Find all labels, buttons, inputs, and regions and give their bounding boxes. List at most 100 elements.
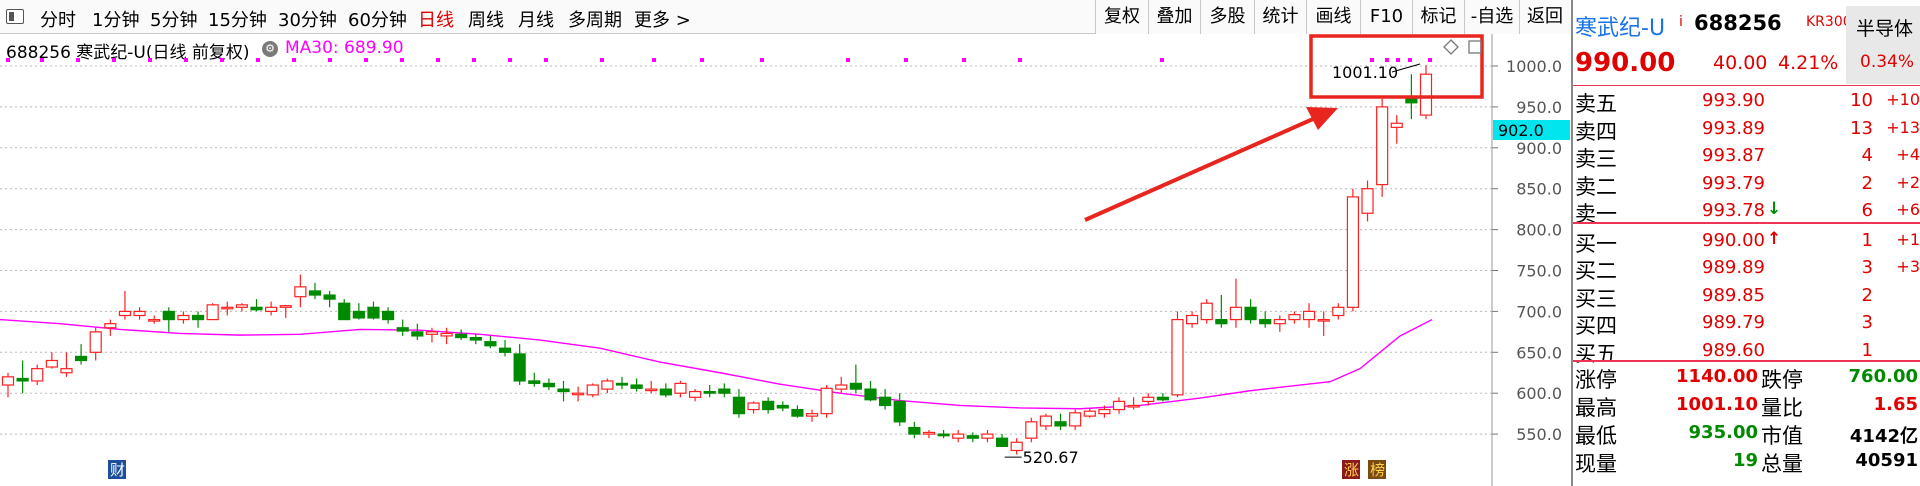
candle-body[interactable]: [762, 400, 775, 411]
candle-body[interactable]: [1098, 408, 1111, 415]
candle-body[interactable]: [1288, 314, 1301, 321]
candle-body[interactable]: [1010, 441, 1023, 452]
candle-body[interactable]: [601, 380, 614, 390]
candle-body[interactable]: [630, 384, 643, 389]
candle-body[interactable]: [572, 392, 585, 396]
candle-body[interactable]: [250, 306, 263, 311]
candle-body[interactable]: [425, 331, 439, 335]
toolbar-button-1[interactable]: 叠加: [1148, 0, 1200, 34]
panel-toggle-icon[interactable]: [6, 9, 24, 24]
period-tab-3[interactable]: 15分钟: [208, 6, 267, 32]
candle-body[interactable]: [118, 310, 132, 317]
candle-body[interactable]: [1332, 306, 1345, 317]
candle-body[interactable]: [688, 390, 702, 398]
candle-body[interactable]: [805, 413, 819, 417]
candle-body[interactable]: [1419, 73, 1433, 116]
candle-body[interactable]: [995, 437, 1009, 447]
candle-body[interactable]: [981, 433, 994, 439]
candle-body[interactable]: [235, 304, 248, 308]
candle-body[interactable]: [966, 435, 979, 439]
candle-body[interactable]: [747, 402, 760, 411]
candle-body[interactable]: [849, 382, 862, 390]
candle-body[interactable]: [1346, 196, 1360, 308]
candle-body[interactable]: [1302, 310, 1316, 321]
ask-row-3[interactable]: 卖三 993.87 4 +4: [1573, 141, 1920, 171]
candle-body[interactable]: [1025, 421, 1038, 439]
bid-row-4[interactable]: 买四 989.79 3: [1573, 308, 1920, 338]
candle-body[interactable]: [1259, 318, 1272, 325]
candle-body[interactable]: [60, 368, 73, 374]
candle-body[interactable]: [381, 310, 395, 321]
period-tab-8[interactable]: 月线: [518, 6, 554, 32]
candle-body[interactable]: [294, 286, 307, 298]
price-chart-svg[interactable]: 1000.0 950.0 900.0 850.0 800.0 750.0 700.0 650.…: [0, 34, 1570, 486]
candle-body[interactable]: [908, 426, 921, 435]
candle-body[interactable]: [411, 331, 424, 337]
candle-body[interactable]: [148, 318, 161, 322]
badge-cai[interactable]: 财: [110, 461, 125, 479]
period-tab-5[interactable]: 60分钟: [348, 6, 407, 32]
toolbar-button-0[interactable]: 复权: [1095, 0, 1148, 34]
ask-row-1[interactable]: 卖五 993.90 10 +10: [1573, 86, 1920, 116]
candle-body[interactable]: [586, 384, 599, 396]
ask-row-4[interactable]: 卖二 993.79 2 +2: [1573, 169, 1920, 199]
period-tab-1[interactable]: 1分钟: [92, 6, 139, 32]
candle-body[interactable]: [879, 396, 892, 407]
bid-row-2[interactable]: 买二 989.89 3 +3: [1573, 253, 1920, 283]
toolbar-button-4[interactable]: 画线: [1306, 0, 1360, 34]
candle-body[interactable]: [323, 294, 336, 300]
candle-body[interactable]: [1186, 314, 1199, 325]
candle-body[interactable]: [718, 388, 731, 394]
candle-body[interactable]: [1390, 122, 1403, 128]
badge-zhang[interactable]: 涨: [1344, 461, 1359, 479]
candle-body[interactable]: [674, 382, 687, 394]
diamond-icon[interactable]: [1443, 39, 1459, 55]
candle-body[interactable]: [528, 380, 541, 384]
period-tab-7[interactable]: 周线: [468, 6, 504, 32]
candle-body[interactable]: [469, 336, 482, 341]
toolbar-button-6[interactable]: 标记: [1412, 0, 1464, 34]
candle-body[interactable]: [45, 359, 58, 368]
stock-name[interactable]: 寒武纪-U: [1575, 10, 1665, 42]
candle-body[interactable]: [1069, 412, 1082, 427]
candle-body[interactable]: [645, 388, 658, 392]
candle-body[interactable]: [74, 355, 88, 362]
candle-body[interactable]: [16, 377, 29, 382]
candle-body[interactable]: [308, 290, 322, 296]
candle-body[interactable]: [835, 384, 848, 390]
candle-body[interactable]: [1244, 306, 1257, 321]
candle-body[interactable]: [893, 400, 906, 423]
candle-body[interactable]: [1054, 421, 1067, 427]
candle-body[interactable]: [1376, 106, 1389, 186]
toolbar-button-3[interactable]: 统计: [1254, 0, 1306, 34]
candle-body[interactable]: [1, 376, 15, 386]
ask-row-5[interactable]: 卖一 993.78 ↓ 6 +6: [1573, 196, 1920, 226]
candle-body[interactable]: [703, 390, 716, 394]
bid-row-3[interactable]: 买三 989.85 2: [1573, 281, 1920, 311]
candle-body[interactable]: [206, 304, 219, 321]
candle-body[interactable]: [1317, 318, 1330, 322]
period-tab-4[interactable]: 30分钟: [278, 6, 337, 32]
period-tab-6[interactable]: 日线: [418, 6, 454, 32]
candle-body[interactable]: [732, 396, 746, 415]
candle-body[interactable]: [557, 388, 570, 393]
candle-body[interactable]: [1229, 306, 1243, 321]
candle-body[interactable]: [922, 431, 936, 435]
candle-body[interactable]: [162, 310, 175, 321]
candle-body[interactable]: [1273, 318, 1286, 325]
badge-bang[interactable]: 榜: [1370, 461, 1385, 479]
candle-body[interactable]: [1171, 318, 1184, 396]
candle-body[interactable]: [367, 306, 380, 319]
candle-body[interactable]: [484, 341, 497, 347]
candle-body[interactable]: [791, 408, 804, 417]
period-tab-2[interactable]: 5分钟: [150, 6, 197, 32]
candle-body[interactable]: [1112, 400, 1126, 411]
candle-body[interactable]: [1127, 404, 1140, 408]
candle-body[interactable]: [1361, 188, 1374, 214]
candle-body[interactable]: [659, 388, 672, 396]
candle-body[interactable]: [133, 310, 146, 317]
candle-body[interactable]: [1142, 396, 1155, 402]
candle-body[interactable]: [177, 314, 190, 321]
square-icon[interactable]: [1468, 40, 1482, 54]
candlestick-chart[interactable]: 688256 寒武纪-U(日线 前复权) ⚙ MA30: 689.90 1000…: [0, 34, 1570, 486]
